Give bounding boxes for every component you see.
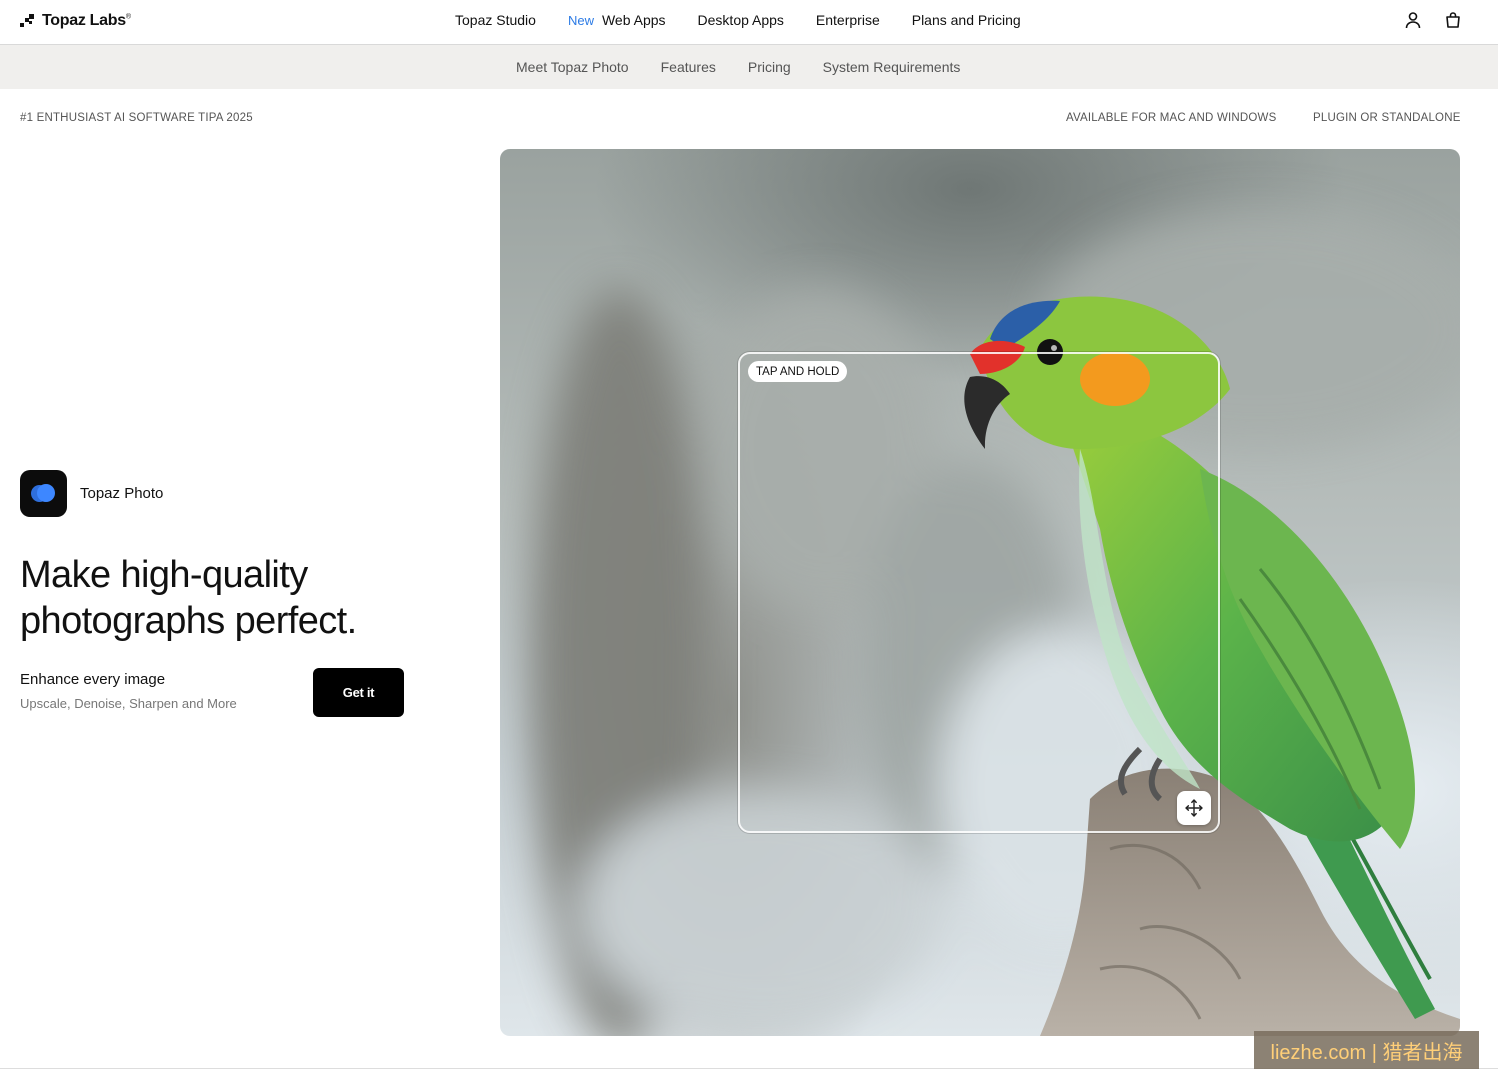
topaz-photo-app-icon	[20, 470, 67, 517]
tap-and-hold-label: TAP AND HOLD	[748, 361, 848, 382]
award-tagline: #1 ENTHUSIAST AI SOFTWARE TIPA 2025	[20, 112, 253, 124]
comparison-window[interactable]	[738, 352, 1220, 833]
subnav-features[interactable]: Features	[661, 59, 716, 75]
subnav-meet-topaz-photo[interactable]: Meet Topaz Photo	[516, 59, 629, 75]
brand-name: Topaz Labs®	[42, 12, 131, 29]
top-navigation: Topaz Labs® Topaz Studio New Web Apps Des…	[0, 0, 1498, 45]
hero-features: Upscale, Denoise, Sharpen and More	[20, 696, 237, 711]
nav-web-apps-label: Web Apps	[601, 12, 666, 28]
move-arrows-icon[interactable]	[1177, 791, 1211, 825]
get-it-button[interactable]: Get it	[313, 668, 404, 717]
topaz-logo-icon	[20, 14, 34, 28]
product-subnav: Meet Topaz Photo Features Pricing System…	[0, 45, 1498, 89]
hero-headline: Make high-quality photographs perfect.	[20, 554, 357, 642]
cart-icon[interactable]	[1444, 11, 1462, 29]
hero-comparison-image[interactable]: TAP AND HOLD	[500, 149, 1460, 1036]
watermark: liezhe.com | 猎者出海	[1254, 1031, 1479, 1069]
nav-desktop-apps[interactable]: Desktop Apps	[698, 12, 784, 28]
nav-topaz-studio[interactable]: Topaz Studio	[455, 12, 536, 28]
nav-enterprise[interactable]: Enterprise	[816, 12, 880, 28]
product-chip: Topaz Photo	[20, 470, 163, 517]
product-name: Topaz Photo	[80, 485, 164, 502]
subnav-pricing[interactable]: Pricing	[748, 59, 791, 75]
brand-logo[interactable]: Topaz Labs®	[20, 12, 131, 30]
subnav-links: Meet Topaz Photo Features Pricing System…	[516, 59, 992, 75]
account-icon[interactable]	[1404, 11, 1422, 29]
nav-actions	[1404, 11, 1462, 29]
subnav-system-requirements[interactable]: System Requirements	[823, 59, 961, 75]
nav-plans-and-pricing[interactable]: Plans and Pricing	[912, 12, 1021, 28]
hero-subtitle: Enhance every image	[20, 671, 166, 688]
platform-tagline: AVAILABLE FOR MAC AND WINDOWS	[1066, 112, 1277, 124]
new-badge: New	[567, 13, 594, 28]
main-menu: Topaz Studio New Web Apps Desktop Apps En…	[455, 12, 1053, 28]
nav-web-apps[interactable]: New Web Apps	[568, 12, 666, 28]
mode-tagline: PLUGIN OR STANDALONE	[1313, 112, 1461, 124]
